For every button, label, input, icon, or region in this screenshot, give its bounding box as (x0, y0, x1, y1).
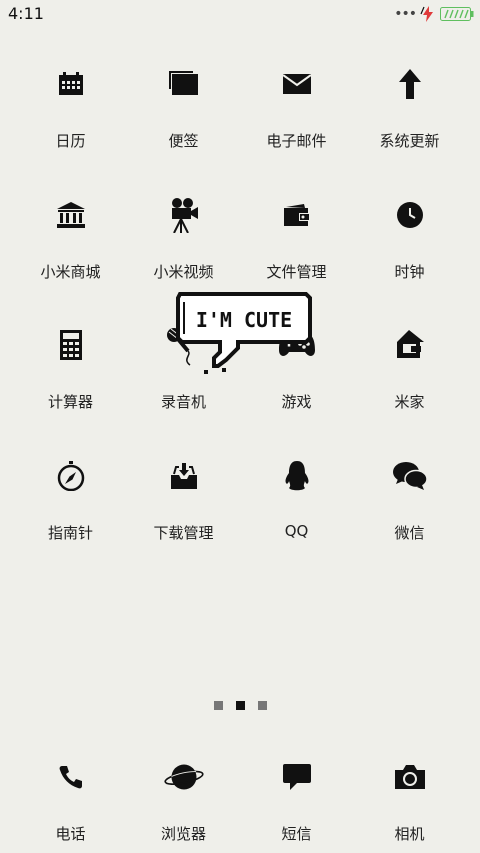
app-calendar[interactable]: 日历 (14, 64, 127, 151)
notes-icon (164, 64, 204, 104)
video-camera-icon (164, 195, 204, 235)
calendar-icon (51, 64, 91, 104)
download-tray-icon (164, 456, 204, 496)
clock-icon (390, 195, 430, 235)
planet-icon (163, 757, 204, 797)
cute-sticker: I'M CUTE (174, 290, 314, 380)
app-download-manager[interactable]: 下载管理 (127, 456, 240, 543)
app-qq[interactable]: QQ (240, 456, 353, 540)
app-calculator[interactable]: 计算器 (14, 325, 127, 412)
app-label: 小米视频 (153, 263, 214, 281)
app-notes[interactable]: 便签 (127, 64, 240, 151)
page-dot[interactable] (213, 701, 223, 710)
app-label: 便签 (168, 132, 199, 150)
app-wechat[interactable]: 微信 (353, 456, 466, 543)
page-dot[interactable] (257, 701, 267, 710)
store-icon (51, 195, 91, 235)
app-label: 微信 (394, 524, 425, 542)
sticker-text: I'M CUTE (196, 308, 292, 332)
app-label: 米家 (394, 393, 425, 411)
app-label: 时钟 (394, 263, 425, 281)
compass-icon (51, 456, 91, 496)
app-label: QQ (284, 522, 309, 540)
app-messages[interactable]: 短信 (240, 757, 353, 844)
app-mi-home[interactable]: 米家 (353, 325, 466, 412)
app-email[interactable]: 电子邮件 (240, 64, 353, 151)
app-compass[interactable]: 指南针 (14, 456, 127, 543)
app-label: 电话 (55, 825, 86, 843)
page-indicator (0, 701, 480, 710)
app-label: 系统更新 (379, 132, 440, 150)
app-label: 录音机 (160, 393, 206, 411)
phone-icon (51, 757, 91, 797)
app-label: 下载管理 (153, 524, 214, 542)
app-file-manager[interactable]: 文件管理 (240, 195, 353, 282)
app-mi-store[interactable]: 小米商城 (14, 195, 127, 282)
wechat-icon (390, 456, 430, 496)
app-mi-video[interactable]: 小米视频 (127, 195, 240, 282)
app-label: 短信 (281, 825, 312, 843)
camera-icon (390, 757, 430, 797)
qq-penguin-icon (277, 456, 317, 496)
update-arrow-icon (390, 64, 430, 104)
message-icon (277, 757, 317, 797)
home-icon (390, 325, 430, 365)
wallet-icon (277, 195, 317, 235)
app-label: 文件管理 (266, 263, 327, 281)
app-label: 相机 (394, 825, 425, 843)
page-dot-active[interactable] (235, 701, 245, 710)
app-label: 浏览器 (160, 825, 206, 843)
app-browser[interactable]: 浏览器 (127, 757, 240, 844)
app-phone[interactable]: 电话 (14, 757, 127, 844)
app-label: 指南针 (47, 524, 93, 542)
mail-icon (277, 64, 317, 104)
app-label: 电子邮件 (266, 132, 327, 150)
app-label: 游戏 (281, 393, 312, 411)
app-label: 日历 (55, 132, 86, 150)
app-camera[interactable]: 相机 (353, 757, 466, 844)
app-clock[interactable]: 时钟 (353, 195, 466, 282)
calculator-icon (51, 325, 91, 365)
app-system-update[interactable]: 系统更新 (353, 64, 466, 151)
app-label: 小米商城 (40, 263, 101, 281)
app-label: 计算器 (47, 393, 93, 411)
